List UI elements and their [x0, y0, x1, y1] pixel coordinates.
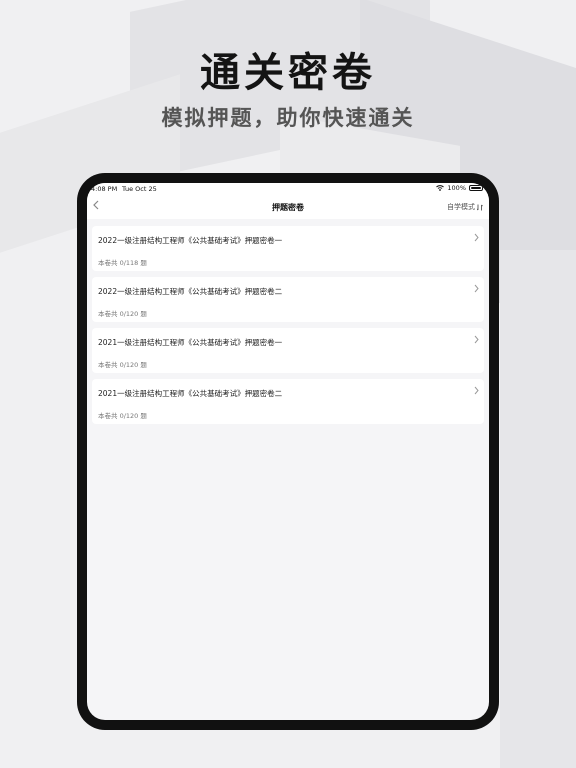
chevron-right-icon — [474, 282, 479, 296]
wifi-icon — [436, 185, 445, 191]
paper-list: 2022一级注册结构工程师《公共基础考试》押题密卷一 本卷共 0/118 题 2… — [92, 226, 484, 430]
chevron-right-icon — [474, 384, 479, 398]
paper-item[interactable]: 2022一级注册结构工程师《公共基础考试》押题密卷一 本卷共 0/118 题 — [92, 226, 484, 271]
promo-subtitle: 模拟押题，助你快速通关 — [161, 106, 415, 130]
tablet-screen: 4:08 PM Tue Oct 25 100% 押题密卷 自学模式 2022一级… — [87, 183, 489, 720]
paper-item[interactable]: 2021一级注册结构工程师《公共基础考试》押题密卷一 本卷共 0/120 题 — [92, 328, 484, 373]
status-time: 4:08 PM — [91, 185, 118, 193]
switch-icon — [477, 204, 483, 210]
status-bar: 4:08 PM Tue Oct 25 100% — [87, 183, 489, 197]
paper-progress: 本卷共 0/120 题 — [98, 361, 147, 369]
study-mode-label: 自学模式 — [447, 203, 475, 211]
chevron-right-icon — [474, 231, 479, 245]
paper-progress: 本卷共 0/120 题 — [98, 412, 147, 420]
paper-progress: 本卷共 0/120 题 — [98, 310, 147, 318]
battery-icon — [469, 185, 483, 191]
paper-title: 2022一级注册结构工程师《公共基础考试》押题密卷一 — [98, 236, 283, 245]
study-mode-toggle[interactable]: 自学模式 — [447, 202, 483, 212]
paper-title: 2021一级注册结构工程师《公共基础考试》押题密卷二 — [98, 389, 283, 398]
nav-bar: 押题密卷 自学模式 — [87, 197, 489, 219]
chevron-right-icon — [474, 333, 479, 347]
tablet-frame: 4:08 PM Tue Oct 25 100% 押题密卷 自学模式 2022一级… — [77, 173, 499, 730]
paper-item[interactable]: 2021一级注册结构工程师《公共基础考试》押题密卷二 本卷共 0/120 题 — [92, 379, 484, 424]
page-title: 押题密卷 — [272, 203, 304, 212]
status-date: Tue Oct 25 — [122, 185, 157, 193]
promo-title: 通关密卷 — [200, 50, 376, 96]
paper-progress: 本卷共 0/118 题 — [98, 259, 147, 267]
paper-item[interactable]: 2022一级注册结构工程师《公共基础考试》押题密卷二 本卷共 0/120 题 — [92, 277, 484, 322]
battery-percent: 100% — [447, 184, 466, 192]
paper-title: 2022一级注册结构工程师《公共基础考试》押题密卷二 — [98, 287, 283, 296]
paper-title: 2021一级注册结构工程师《公共基础考试》押题密卷一 — [98, 338, 283, 347]
status-right: 100% — [436, 184, 483, 192]
bg-shape — [500, 250, 576, 768]
